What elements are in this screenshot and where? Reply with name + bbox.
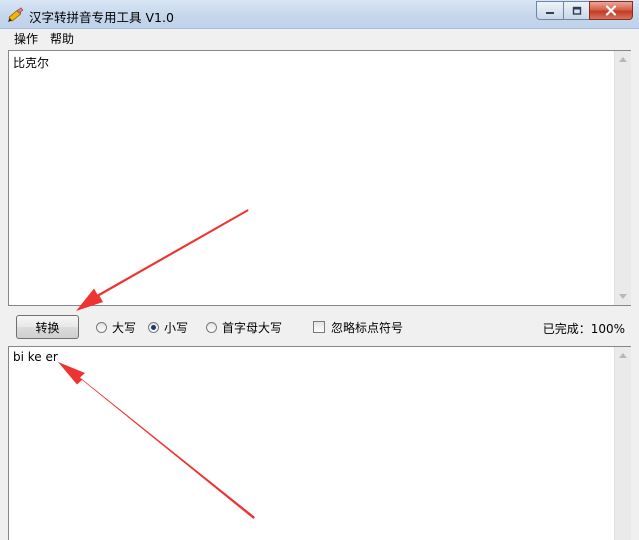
maximize-button[interactable] [563,1,589,20]
scroll-up-button[interactable] [615,51,631,68]
app-window: 汉字转拼音专用工具 V1.0 操作 帮助 比克尔 转换 大写 小写 首字母大写 … [0,0,639,540]
output-text: bi ke er [13,350,58,364]
radio-capitalize[interactable]: 首字母大写 [206,320,283,335]
scroll-up-icon [619,353,627,358]
input-text: 比克尔 [13,56,50,70]
controls-bar: 转换 大写 小写 首字母大写 忽略标点符号 已完成：100% [0,306,639,346]
radio-uppercase[interactable]: 大写 [96,320,137,335]
close-button[interactable] [589,1,633,20]
scroll-up-icon [619,57,627,62]
radio-label: 大写 [112,320,137,335]
status-text: 已完成：100% [542,322,625,336]
ignore-punctuation-checkbox[interactable]: 忽略标点符号 [313,320,404,335]
scroll-down-button[interactable] [615,288,631,305]
menu-bar: 操作 帮助 [0,29,639,49]
scroll-up-button[interactable] [615,347,631,364]
checkbox-label: 忽略标点符号 [331,320,404,335]
maximize-icon [572,6,581,15]
minimize-button[interactable] [536,1,563,20]
radio-button-selected[interactable] [148,321,159,333]
radio-label: 首字母大写 [222,320,283,335]
convert-button[interactable]: 转换 [16,315,79,339]
minimize-icon [546,11,554,14]
radio-button[interactable] [206,321,217,333]
radio-button[interactable] [96,321,107,333]
window-title: 汉字转拼音专用工具 V1.0 [29,10,174,25]
radio-lowercase[interactable]: 小写 [148,320,189,335]
close-icon [605,5,617,16]
checkbox[interactable] [313,321,325,333]
pencil-icon [8,7,24,22]
radio-label: 小写 [164,320,189,335]
output-scrollbar[interactable] [614,347,631,540]
input-scrollbar[interactable] [614,51,631,305]
input-textarea[interactable]: 比克尔 [8,50,631,306]
scroll-down-icon [619,294,627,299]
title-bar[interactable]: 汉字转拼音专用工具 V1.0 [0,0,639,29]
menu-operate[interactable]: 操作 [8,29,44,49]
menu-help[interactable]: 帮助 [44,29,80,49]
output-textarea[interactable]: bi ke er [8,346,631,540]
caption-buttons [536,1,633,20]
